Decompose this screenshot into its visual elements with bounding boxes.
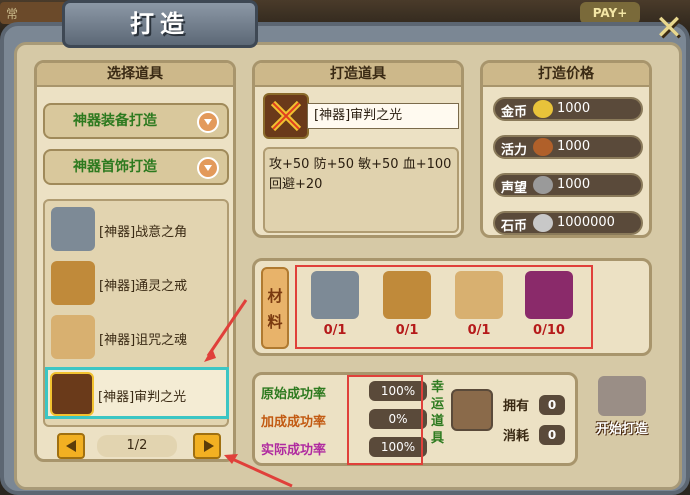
topbar-text: 常 xyxy=(0,2,70,24)
judgment-light-icon xyxy=(263,93,309,139)
payplus-button[interactable]: PAY+ xyxy=(580,2,640,24)
judgment-light-icon xyxy=(50,372,94,416)
select-item-title: 选择道具 xyxy=(37,63,233,87)
window-title: 打造 xyxy=(62,0,258,48)
forge-price-panel: 打造价格 金币 1000 活力 1000 声望 1000 石币 1000000 xyxy=(480,60,652,238)
horn-icon xyxy=(51,207,95,251)
reputation-icon xyxy=(533,176,553,194)
consume-count: 消耗 0 xyxy=(503,425,573,447)
close-icon[interactable]: ✕ xyxy=(654,11,684,45)
hammer-icon[interactable] xyxy=(451,389,493,431)
gold-coin-icon xyxy=(533,100,553,118)
select-item-panel: 选择道具 神器装备打造 神器首饰打造 [神器]战意之角 [神器]通灵之戒 [神器… xyxy=(34,60,236,462)
highlight-box xyxy=(347,375,423,465)
price-energy: 活力 1000 xyxy=(493,135,643,159)
forge-item-name: [神器]审判之光 xyxy=(307,103,459,129)
materials-tag: 材料 xyxy=(261,267,289,349)
forge-price-title: 打造价格 xyxy=(483,63,649,87)
ring-icon xyxy=(51,261,95,305)
success-rate-panel: 原始成功率 100% 加成成功率 0% 实际成功率 100% 幸运道具 拥有 0… xyxy=(252,372,578,466)
anvil-icon xyxy=(598,376,646,416)
list-item[interactable]: [神器]诅咒之魂 xyxy=(49,313,225,363)
skull-icon xyxy=(51,315,95,359)
list-item[interactable]: [神器]通灵之戒 xyxy=(49,259,225,309)
chevron-down-icon[interactable] xyxy=(197,157,219,179)
forge-target: [神器]审判之光 xyxy=(263,93,459,141)
next-page-button[interactable] xyxy=(193,433,221,459)
materials-panel: 材料 0/1 0/1 0/1 0/10 xyxy=(252,258,652,356)
price-gold: 金币 1000 xyxy=(493,97,643,121)
prev-page-button[interactable] xyxy=(57,433,85,459)
price-stone-coin: 石币 1000000 xyxy=(493,211,643,235)
category-accessory-button[interactable]: 神器首饰打造 xyxy=(43,149,229,185)
owned-count: 拥有 0 xyxy=(503,395,573,417)
page-number: 1/2 xyxy=(97,435,177,457)
item-list: [神器]战意之角 [神器]通灵之戒 [神器]诅咒之魂 [神器]审判之光 xyxy=(43,199,229,427)
stone-coin-icon xyxy=(533,214,553,232)
price-reputation: 声望 1000 xyxy=(493,173,643,197)
lucky-item-label: 幸运道具 xyxy=(431,380,445,446)
forge-item-title: 打造道具 xyxy=(255,63,461,87)
highlight-box xyxy=(295,265,593,349)
start-forge-button[interactable]: 开始打造 xyxy=(584,376,660,454)
chevron-down-icon[interactable] xyxy=(197,111,219,133)
item-stats: 攻+50 防+50 敏+50 血+100 回避+20 xyxy=(263,147,459,233)
category-equipment-button[interactable]: 神器装备打造 xyxy=(43,103,229,139)
list-item-selected[interactable]: [神器]审判之光 xyxy=(45,367,229,419)
list-item[interactable]: [神器]战意之角 xyxy=(49,205,225,255)
forge-item-panel: 打造道具 [神器]审判之光 攻+50 防+50 敏+50 血+100 回避+20 xyxy=(252,60,464,238)
pager: 1/2 xyxy=(43,433,229,459)
meat-icon xyxy=(533,138,553,156)
